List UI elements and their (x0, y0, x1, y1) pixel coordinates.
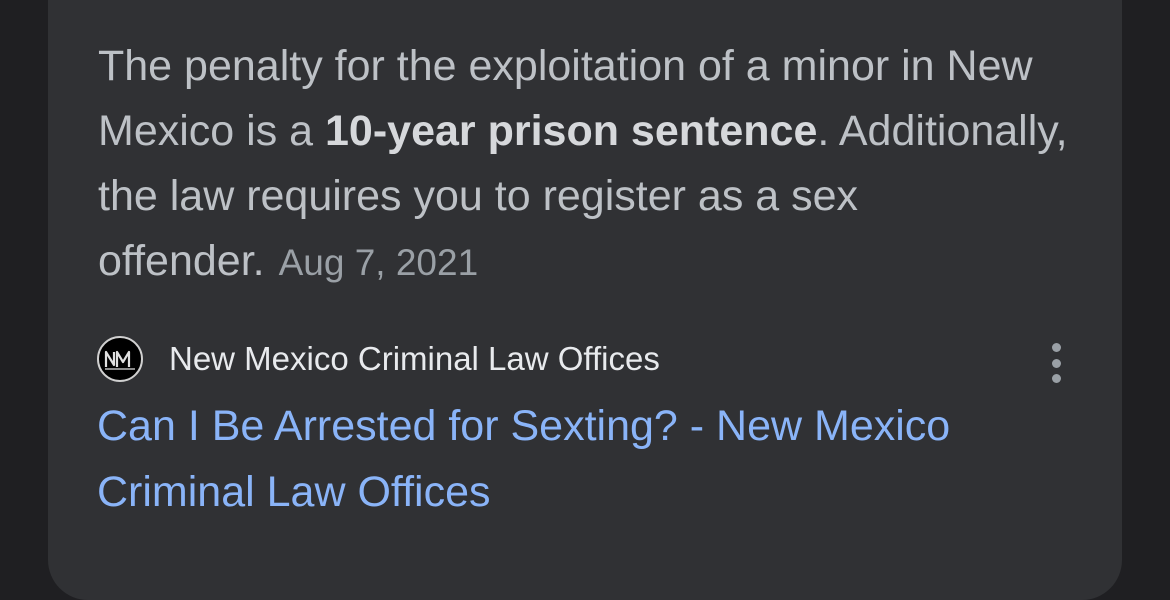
result-title-link[interactable]: Can I Be Arrested for Sexting? - New Mex… (97, 393, 1097, 525)
snippet-text: The penalty for the exploitation of a mi… (98, 34, 1078, 295)
source-name[interactable]: New Mexico Criminal Law Offices (169, 339, 660, 379)
snippet-highlight: 10-year prison sentence (325, 107, 818, 155)
more-dot (1051, 358, 1061, 368)
nm-logo-icon (104, 350, 135, 370)
source-row[interactable]: New Mexico Criminal Law Offices (97, 334, 660, 384)
more-vert-icon[interactable] (1040, 340, 1072, 386)
snippet-date: Aug 7, 2021 (278, 242, 479, 283)
source-favicon-icon (97, 336, 143, 382)
more-dot (1051, 343, 1061, 352)
more-dot (1051, 374, 1061, 383)
